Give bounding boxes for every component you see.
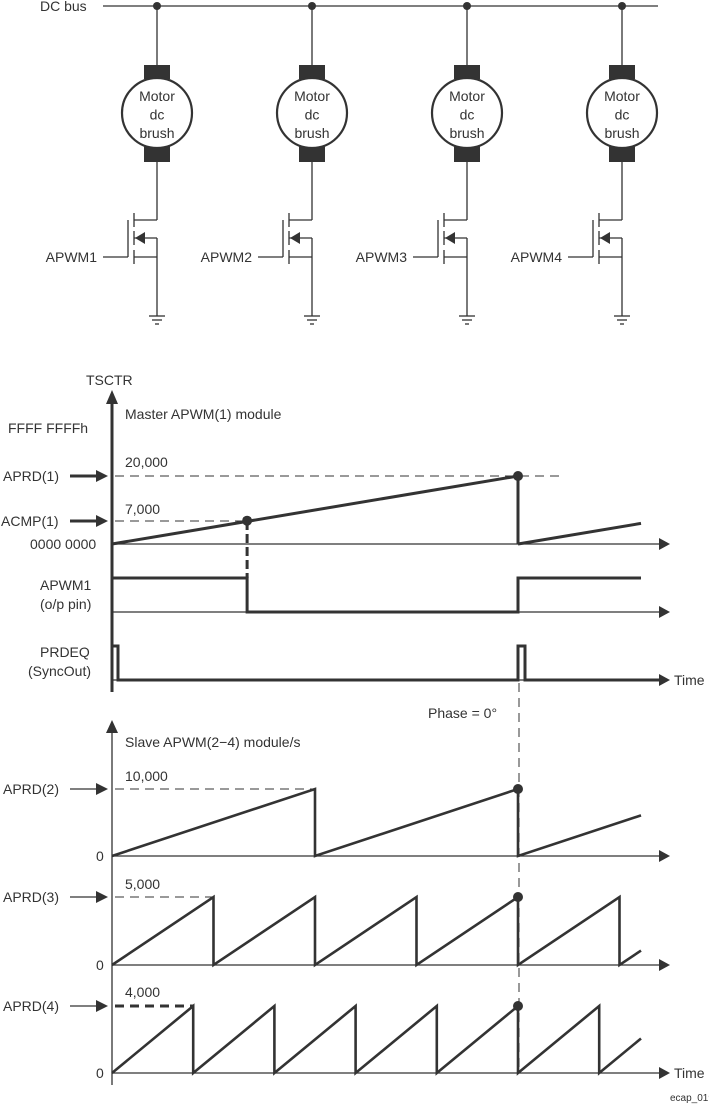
gate-label: APWM2 bbox=[201, 249, 253, 265]
zero-count-label: 0000 0000 bbox=[30, 536, 96, 552]
master-counter-ramp-2 bbox=[517, 521, 642, 546]
max-count-label: FFFF FFFFh bbox=[8, 420, 88, 436]
time-label-master: Time bbox=[674, 672, 705, 688]
sync-point-dot bbox=[513, 1001, 523, 1011]
gate-label: APWM3 bbox=[356, 249, 408, 265]
aprd1-value: 20,000 bbox=[125, 454, 168, 470]
prdeq-axis-arrow-icon bbox=[659, 674, 670, 686]
period-match-dot bbox=[513, 471, 523, 481]
motor-label: Motor bbox=[139, 88, 175, 104]
apwm1-axis-arrow-icon bbox=[659, 606, 670, 618]
master-counter-ramp bbox=[111, 474, 519, 546]
dc-bus-label: DC bus bbox=[40, 0, 87, 14]
aprd-arrow-icon bbox=[96, 1000, 108, 1012]
prdeq-sublabel: (SyncOut) bbox=[28, 663, 91, 679]
motor-label: brush bbox=[139, 125, 174, 141]
y-axis-label: TSCTR bbox=[86, 372, 133, 388]
gate-label: APWM1 bbox=[46, 249, 98, 265]
prdeq-label: PRDEQ bbox=[40, 644, 90, 660]
mosfet-arrow-icon bbox=[600, 232, 610, 244]
master-time-axis-arrow-icon bbox=[659, 538, 670, 550]
motor-label: dc bbox=[460, 107, 475, 123]
slave-counter-waveform bbox=[111, 894, 642, 968]
slave-counter-waveform bbox=[111, 787, 642, 858]
motor-label: brush bbox=[604, 125, 639, 141]
time-label-slave: Time bbox=[674, 1065, 705, 1081]
aprd-label: APRD(4) bbox=[3, 998, 59, 1014]
ecap-sync-diagram: DC bus Motor dc brush APWM1 Motor dc brush APWM… bbox=[1, 0, 709, 1104]
master-timing: TSCTR Master APWM(1) module FFFF FFFFh A… bbox=[1, 372, 705, 692]
gate-label: APWM4 bbox=[511, 249, 563, 265]
slave-counter-waveform bbox=[111, 1003, 642, 1076]
motor-label: Motor bbox=[294, 88, 330, 104]
aprd-arrow-icon bbox=[96, 891, 108, 903]
sync-point-dot bbox=[513, 784, 523, 794]
motor-label: brush bbox=[449, 125, 484, 141]
apwm1-waveform bbox=[112, 576, 641, 614]
motor-label: Motor bbox=[604, 88, 640, 104]
aprd-value: 5,000 bbox=[125, 876, 160, 892]
aprd1-arrow-icon bbox=[96, 470, 108, 482]
aprd-value: 4,000 bbox=[125, 984, 160, 1000]
time-axis-arrow-icon bbox=[659, 959, 670, 971]
slave-channel: APRD(3) 5,000 0 bbox=[3, 876, 670, 973]
phase-label: Phase = 0° bbox=[428, 705, 497, 721]
zero-label: 0 bbox=[96, 848, 104, 864]
motor-label: Motor bbox=[449, 88, 485, 104]
aprd1-label: APRD(1) bbox=[3, 468, 59, 484]
prdeq-waveform bbox=[112, 644, 660, 682]
motor-branch: Motor dc brush APWM1 bbox=[46, 2, 194, 325]
master-title: Master APWM(1) module bbox=[125, 406, 282, 422]
figure-id: ecap_019 bbox=[670, 1093, 709, 1104]
acmp1-label: ACMP(1) bbox=[1, 513, 59, 529]
motor-label: brush bbox=[294, 125, 329, 141]
motor-branch: Motor dc brush APWM2 bbox=[201, 2, 349, 325]
slave-channel: APRD(4) 4,000 0 bbox=[3, 984, 670, 1081]
aprd-value: 10,000 bbox=[125, 768, 168, 784]
motor-branch: Motor dc brush APWM4 bbox=[511, 2, 659, 325]
motor-label: dc bbox=[150, 107, 165, 123]
motor-label: dc bbox=[615, 107, 630, 123]
time-axis-arrow-icon bbox=[659, 1067, 670, 1079]
acmp1-arrow-icon bbox=[96, 515, 108, 527]
aprd-arrow-icon bbox=[96, 783, 108, 795]
mosfet-arrow-icon bbox=[290, 232, 300, 244]
slave-channel: APRD(2) 10,000 0 bbox=[3, 768, 670, 864]
motor-label: dc bbox=[305, 107, 320, 123]
apwm1-output-sublabel: (o/p pin) bbox=[40, 596, 91, 612]
acmp1-value: 7,000 bbox=[125, 501, 160, 517]
zero-label: 0 bbox=[96, 957, 104, 973]
master-y-axis-arrow-icon bbox=[106, 390, 118, 404]
slave-y-axis-arrow-icon bbox=[106, 720, 118, 733]
slave-timing: Slave APWM(2−4) module/s APRD(2)10,0000A… bbox=[3, 720, 705, 1085]
slave-title: Slave APWM(2−4) module/s bbox=[125, 734, 300, 750]
zero-label: 0 bbox=[96, 1065, 104, 1081]
motor-branch: Motor dc brush APWM3 bbox=[356, 2, 504, 325]
aprd-label: APRD(3) bbox=[3, 889, 59, 905]
schematic: DC bus Motor dc brush APWM1 Motor dc brush APWM… bbox=[40, 0, 659, 325]
apwm1-output-label: APWM1 bbox=[40, 577, 92, 593]
mosfet-arrow-icon bbox=[135, 232, 145, 244]
mosfet-arrow-icon bbox=[445, 232, 455, 244]
time-axis-arrow-icon bbox=[659, 850, 670, 862]
sync-point-dot bbox=[513, 892, 523, 902]
aprd-label: APRD(2) bbox=[3, 781, 59, 797]
